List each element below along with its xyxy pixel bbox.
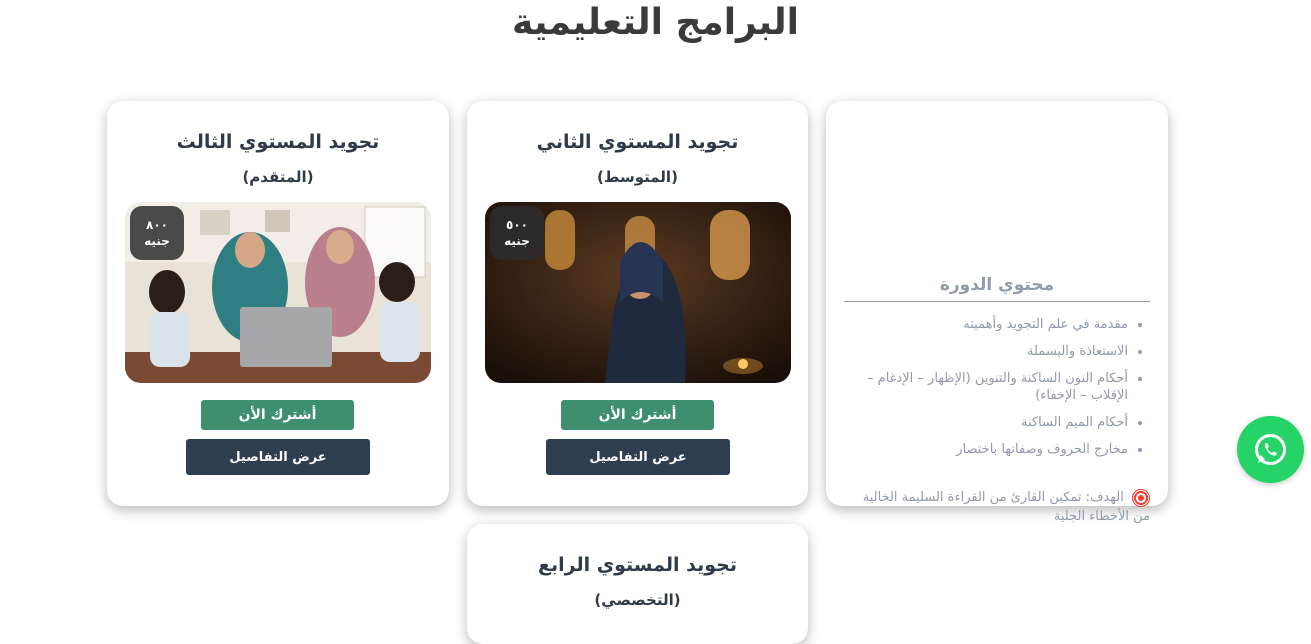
price-badge: ٨٠٠ جنيه bbox=[130, 206, 184, 260]
course-title: تجويد المستوي الثاني bbox=[536, 131, 739, 153]
course-level: (المتوسط) bbox=[597, 168, 678, 186]
price-value: ٨٠٠ bbox=[146, 218, 168, 232]
course-card-level-3: تجويد المستوي الثالث (المتقدم) ٨٠٠ جنيه … bbox=[107, 101, 449, 506]
list-item: أحكام الميم الساكنة bbox=[844, 414, 1128, 431]
price-value: ٥٠٠ bbox=[506, 218, 528, 232]
subscribe-button[interactable]: أشترك الأن bbox=[561, 400, 714, 430]
goal-text-block: الهدف: تمكين القارئ من القراءة السليمة ا… bbox=[844, 488, 1150, 526]
list-item: مقدمة في علم التجويد وأهميته bbox=[844, 316, 1128, 333]
view-details-button[interactable]: عرض التفاصيل bbox=[186, 439, 370, 475]
course-title: تجويد المستوي الثالث bbox=[176, 131, 380, 153]
course-level: (التخصصي) bbox=[594, 591, 681, 609]
course-card-level-2: تجويد المستوي الثاني (المتوسط) ٥٠٠ جنيه … bbox=[467, 101, 808, 506]
page-title: البرامج التعليمية bbox=[512, 2, 799, 43]
course-level: (المتقدم) bbox=[242, 168, 314, 186]
list-item: أحكام النون الساكنة والتنوين (الإظهار – … bbox=[844, 370, 1128, 404]
goal-text: الهدف: تمكين القارئ من القراءة السليمة ا… bbox=[862, 490, 1150, 524]
price-badge: ٥٠٠ جنيه bbox=[490, 206, 544, 260]
content-list: مقدمة في علم التجويد وأهميته الاستعاذة و… bbox=[844, 316, 1150, 468]
price-unit: جنيه bbox=[504, 234, 530, 248]
whatsapp-icon bbox=[1255, 434, 1286, 465]
subscribe-button[interactable]: أشترك الأن bbox=[201, 400, 354, 430]
target-icon bbox=[1132, 488, 1150, 507]
list-item: الاستعاذة والبسملة bbox=[844, 343, 1128, 360]
course-card-level-4: تجويد المستوي الرابع (التخصصي) bbox=[467, 524, 808, 644]
course-image: ٨٠٠ جنيه bbox=[125, 202, 431, 383]
course-content-card: محتوي الدورة مقدمة في علم التجويد وأهميت… bbox=[826, 101, 1168, 524]
price-unit: جنيه bbox=[144, 234, 170, 248]
list-item: مخارج الحروف وصفاتها باختصار bbox=[844, 441, 1128, 458]
course-title: تجويد المستوي الرابع bbox=[538, 554, 737, 576]
content-heading: محتوي الدورة bbox=[844, 275, 1150, 302]
view-details-button[interactable]: عرض التفاصيل bbox=[546, 439, 730, 475]
course-image: ٥٠٠ جنيه bbox=[485, 202, 791, 383]
whatsapp-button[interactable] bbox=[1237, 416, 1304, 483]
